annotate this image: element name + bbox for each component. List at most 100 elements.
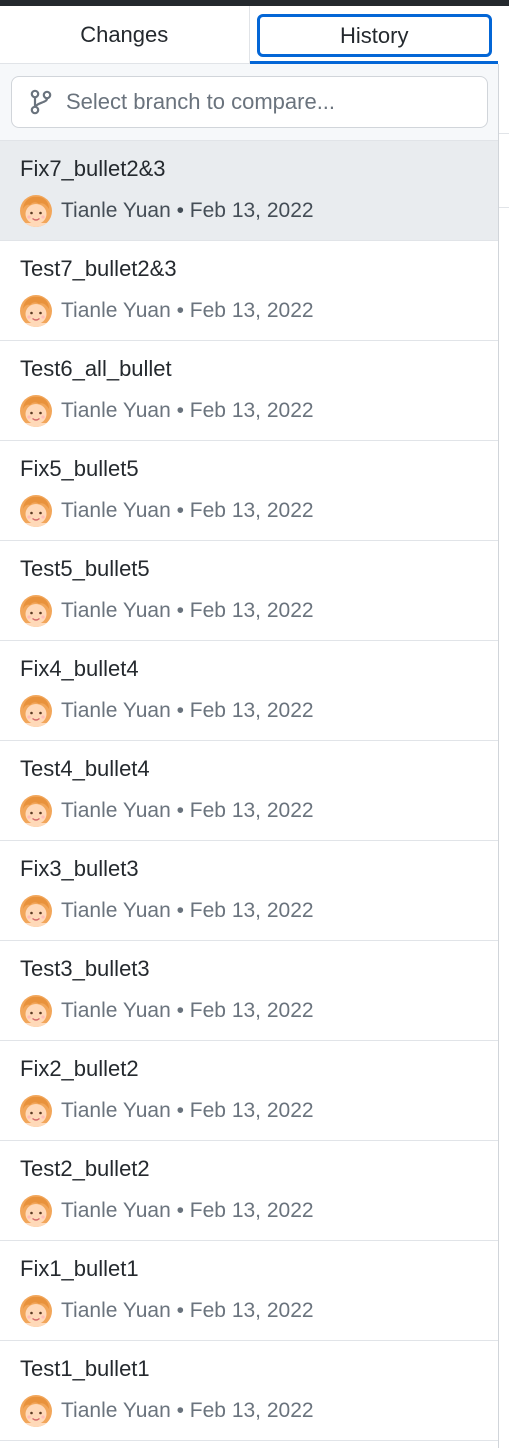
commit-date: Feb 13, 2022 — [189, 199, 314, 222]
commit-author: Tianle Yuan — [61, 199, 171, 222]
commit-title: Test3_bullet3 — [20, 956, 150, 981]
commit-title: Fix2_bullet2 — [20, 1056, 139, 1081]
commit-meta: Tianle Yuan • Feb 13, 2022 — [20, 1094, 498, 1128]
commit-meta: Tianle Yuan • Feb 13, 2022 — [20, 294, 498, 328]
sidebar-tab-bar: Changes History — [0, 6, 498, 64]
commit-history-list: Fix7_bullet2&3 Tianle Yuan • Feb 13, 202… — [0, 141, 498, 1441]
author-avatar — [20, 295, 52, 327]
commit-title: Test6_all_bullet — [20, 356, 172, 381]
commit-date: Feb 13, 2022 — [189, 1099, 314, 1122]
commit-title: Test2_bullet2 — [20, 1156, 150, 1181]
commit-author: Tianle Yuan — [61, 1299, 171, 1322]
commit-author-date: Tianle Yuan • Feb 13, 2022 — [61, 299, 314, 322]
diff-pane-edge — [498, 64, 509, 1448]
commit-meta: Tianle Yuan • Feb 13, 2022 — [20, 794, 498, 828]
tab-history[interactable]: History — [249, 6, 499, 64]
commit-author: Tianle Yuan — [61, 799, 171, 822]
compare-branch-placeholder: Select branch to compare... — [66, 89, 336, 114]
commit-author: Tianle Yuan — [61, 399, 171, 422]
commit-date: Feb 13, 2022 — [189, 599, 314, 622]
commit-author: Tianle Yuan — [61, 1199, 171, 1222]
commit-meta: Tianle Yuan • Feb 13, 2022 — [20, 394, 498, 428]
gutter-divider — [499, 133, 509, 134]
commit-date: Feb 13, 2022 — [189, 299, 314, 322]
commit-meta: Tianle Yuan • Feb 13, 2022 — [20, 1394, 498, 1428]
commit-title: Test7_bullet2&3 — [20, 256, 177, 281]
commit-meta: Tianle Yuan • Feb 13, 2022 — [20, 194, 498, 228]
commit-title: Test4_bullet4 — [20, 756, 150, 781]
commit-meta: Tianle Yuan • Feb 13, 2022 — [20, 594, 498, 628]
commit-title: Fix7_bullet2&3 — [20, 156, 166, 181]
compare-branch-bar: Select branch to compare... — [0, 64, 498, 141]
author-avatar — [20, 795, 52, 827]
commit-author-date: Tianle Yuan • Feb 13, 2022 — [61, 699, 314, 722]
commit-list-item[interactable]: Test2_bullet2 Tianle Yuan • Feb 13, 2022 — [0, 1141, 498, 1241]
commit-title: Test5_bullet5 — [20, 556, 150, 581]
commit-title: Fix4_bullet4 — [20, 656, 139, 681]
commit-meta: Tianle Yuan • Feb 13, 2022 — [20, 1194, 498, 1228]
commit-author-date: Tianle Yuan • Feb 13, 2022 — [61, 1199, 314, 1222]
commit-date: Feb 13, 2022 — [189, 799, 314, 822]
author-avatar — [20, 1395, 52, 1427]
tab-changes[interactable]: Changes — [0, 6, 250, 63]
commit-list-item[interactable]: Fix4_bullet4 Tianle Yuan • Feb 13, 2022 — [0, 641, 498, 741]
commit-author-date: Tianle Yuan • Feb 13, 2022 — [61, 1399, 314, 1422]
tab-history-focus-ring: History — [256, 14, 492, 57]
commit-date: Feb 13, 2022 — [189, 499, 314, 522]
commit-meta: Tianle Yuan • Feb 13, 2022 — [20, 1294, 498, 1328]
author-avatar — [20, 495, 52, 527]
commit-meta: Tianle Yuan • Feb 13, 2022 — [20, 494, 498, 528]
commit-list-item[interactable]: Test1_bullet1 Tianle Yuan • Feb 13, 2022 — [0, 1341, 498, 1441]
author-avatar — [20, 695, 52, 727]
commit-author: Tianle Yuan — [61, 699, 171, 722]
commit-list-item[interactable]: Test6_all_bullet Tianle Yuan • Feb 13, 2… — [0, 341, 498, 441]
tab-history-label: History — [340, 22, 409, 48]
commit-author: Tianle Yuan — [61, 299, 171, 322]
commit-list-item[interactable]: Test4_bullet4 Tianle Yuan • Feb 13, 2022 — [0, 741, 498, 841]
commit-author-date: Tianle Yuan • Feb 13, 2022 — [61, 799, 314, 822]
author-avatar — [20, 1295, 52, 1327]
commit-list-item[interactable]: Fix5_bullet5 Tianle Yuan • Feb 13, 2022 — [0, 441, 498, 541]
commit-date: Feb 13, 2022 — [189, 1399, 314, 1422]
git-branch-icon — [30, 89, 52, 115]
commit-author-date: Tianle Yuan • Feb 13, 2022 — [61, 899, 314, 922]
commit-author-date: Tianle Yuan • Feb 13, 2022 — [61, 1299, 314, 1322]
commit-meta: Tianle Yuan • Feb 13, 2022 — [20, 694, 498, 728]
commit-title: Fix3_bullet3 — [20, 856, 139, 881]
commit-author-date: Tianle Yuan • Feb 13, 2022 — [61, 1099, 314, 1122]
commit-author-date: Tianle Yuan • Feb 13, 2022 — [61, 399, 314, 422]
author-avatar — [20, 1195, 52, 1227]
commit-author: Tianle Yuan — [61, 1399, 171, 1422]
commit-author: Tianle Yuan — [61, 1099, 171, 1122]
commit-author-date: Tianle Yuan • Feb 13, 2022 — [61, 199, 314, 222]
commit-list-item[interactable]: Fix2_bullet2 Tianle Yuan • Feb 13, 2022 — [0, 1041, 498, 1141]
commit-date: Feb 13, 2022 — [189, 1299, 314, 1322]
commit-title: Fix5_bullet5 — [20, 456, 139, 481]
author-avatar — [20, 395, 52, 427]
tab-changes-label: Changes — [80, 21, 169, 47]
commit-date: Feb 13, 2022 — [189, 699, 314, 722]
author-avatar — [20, 895, 52, 927]
commit-date: Feb 13, 2022 — [189, 899, 314, 922]
author-avatar — [20, 995, 52, 1027]
author-avatar — [20, 195, 52, 227]
author-avatar — [20, 1095, 52, 1127]
commit-list-item[interactable]: Test7_bullet2&3 Tianle Yuan • Feb 13, 20… — [0, 241, 498, 341]
commit-list-item[interactable]: Fix7_bullet2&3 Tianle Yuan • Feb 13, 202… — [0, 141, 498, 241]
commit-author: Tianle Yuan — [61, 999, 171, 1022]
commit-meta: Tianle Yuan • Feb 13, 2022 — [20, 894, 498, 928]
compare-branch-input[interactable]: Select branch to compare... — [11, 76, 488, 128]
commit-author-date: Tianle Yuan • Feb 13, 2022 — [61, 499, 314, 522]
commit-list-item[interactable]: Fix1_bullet1 Tianle Yuan • Feb 13, 2022 — [0, 1241, 498, 1341]
commit-list-item[interactable]: Test3_bullet3 Tianle Yuan • Feb 13, 2022 — [0, 941, 498, 1041]
commit-author: Tianle Yuan — [61, 899, 171, 922]
commit-list-item[interactable]: Fix3_bullet3 Tianle Yuan • Feb 13, 2022 — [0, 841, 498, 941]
commit-meta: Tianle Yuan • Feb 13, 2022 — [20, 994, 498, 1028]
commit-author: Tianle Yuan — [61, 599, 171, 622]
commit-author: Tianle Yuan — [61, 499, 171, 522]
commit-date: Feb 13, 2022 — [189, 399, 314, 422]
commit-title: Fix1_bullet1 — [20, 1256, 139, 1281]
commit-date: Feb 13, 2022 — [189, 999, 314, 1022]
commit-title: Test1_bullet1 — [20, 1356, 150, 1381]
commit-list-item[interactable]: Test5_bullet5 Tianle Yuan • Feb 13, 2022 — [0, 541, 498, 641]
